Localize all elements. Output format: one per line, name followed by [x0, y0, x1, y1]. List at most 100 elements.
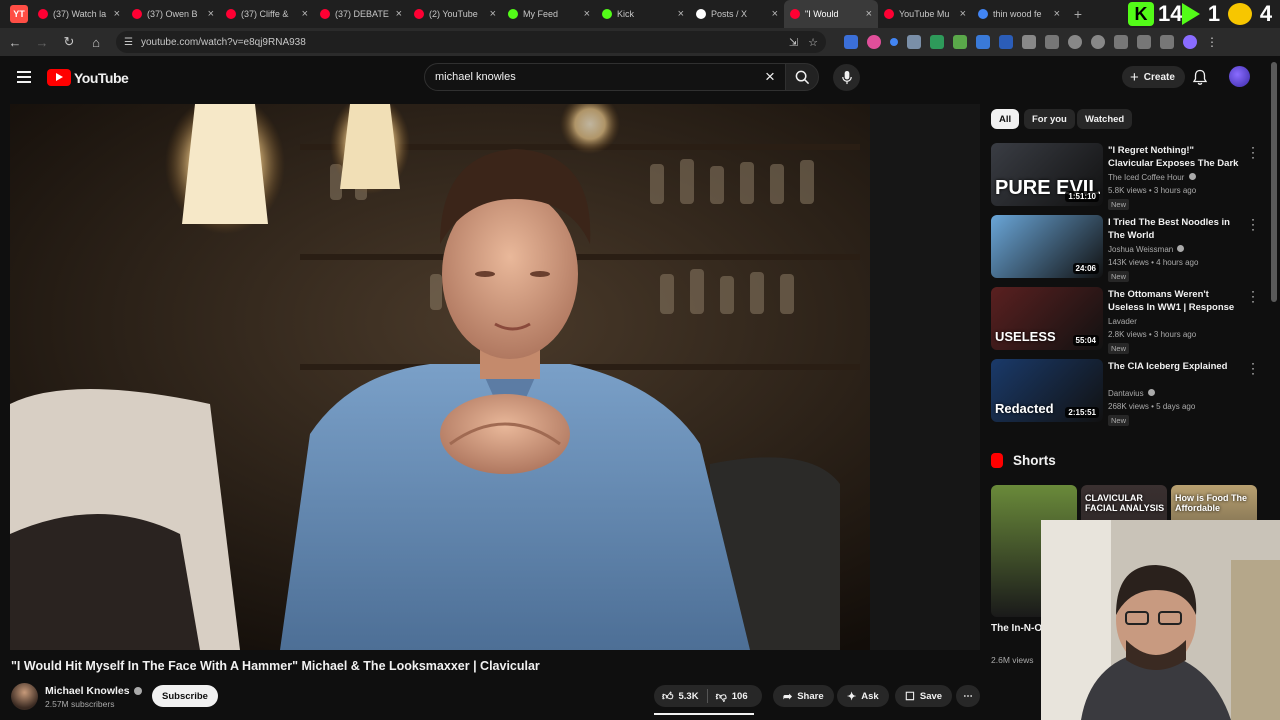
subscribe-button[interactable]: Subscribe: [152, 685, 218, 707]
close-tab-icon[interactable]: ×: [772, 8, 778, 20]
profile-icon[interactable]: [1183, 35, 1197, 49]
channel-name[interactable]: Joshua Weissman: [1108, 245, 1185, 254]
close-tab-icon[interactable]: ×: [960, 8, 966, 20]
recommended-video[interactable]: PURE EVIL 1:51:10 "I Regret Nothing!" Clav…: [991, 141, 1263, 210]
download-icon[interactable]: [1160, 35, 1174, 49]
puzzle-icon[interactable]: [1045, 35, 1059, 49]
ask-button[interactable]: ✦ Ask: [837, 685, 889, 707]
recommended-video[interactable]: USELESS 55:04 The Ottomans Weren't Useless…: [991, 285, 1263, 354]
extension-icon[interactable]: [999, 35, 1013, 49]
close-tab-icon[interactable]: ×: [490, 8, 496, 20]
channel-avatar[interactable]: [11, 683, 38, 710]
close-tab-icon[interactable]: ×: [678, 8, 684, 20]
emoji-extension-icon[interactable]: [1228, 3, 1252, 25]
hamburger-menu-icon[interactable]: [14, 68, 34, 88]
browser-tab[interactable]: Posts / X ×: [690, 0, 784, 28]
search-input[interactable]: michael knowles ×: [424, 63, 786, 91]
kick-extension-icon[interactable]: K: [1128, 2, 1154, 26]
extension-icon[interactable]: [907, 35, 921, 49]
kebab-menu-icon[interactable]: ⋮: [1206, 35, 1220, 49]
chip-all[interactable]: All: [991, 109, 1020, 129]
save-button[interactable]: ☐ Save: [895, 685, 953, 707]
video-thumbnail[interactable]: Redacted 2:15:51: [991, 359, 1103, 422]
search-button[interactable]: [785, 63, 819, 91]
more-options-icon[interactable]: · · ·: [1249, 213, 1257, 235]
site-info-icon[interactable]: ☰: [124, 37, 133, 48]
home-icon[interactable]: ⌂: [84, 30, 108, 54]
channel-name[interactable]: The Iced Coffee Hour: [1108, 173, 1196, 182]
settings-icon[interactable]: [1091, 35, 1105, 49]
extension-icon[interactable]: [930, 35, 944, 49]
back-arrow-icon[interactable]: ←: [3, 30, 27, 54]
new-badge: New: [1108, 415, 1130, 426]
devtools-icon[interactable]: [1114, 35, 1128, 49]
browser-tab[interactable]: YouTube Mu ×: [878, 0, 972, 28]
browser-tab[interactable]: (37) Cliffe & ×: [220, 0, 314, 28]
browser-tab[interactable]: "I Would ×: [784, 0, 878, 28]
close-tab-icon[interactable]: ×: [114, 8, 120, 20]
extension-icon[interactable]: [1022, 35, 1036, 49]
extension-counter-1: 14: [1158, 1, 1183, 26]
more-actions-icon[interactable]: ⋯: [956, 685, 980, 707]
extension-icon[interactable]: [844, 35, 858, 49]
clear-search-icon[interactable]: ×: [755, 67, 785, 87]
browser-tab[interactable]: (37) Owen B ×: [126, 0, 220, 28]
channel-name[interactable]: Dantavius: [1108, 389, 1155, 398]
browser-tab[interactable]: (37) Watch la ×: [32, 0, 126, 28]
more-options-icon[interactable]: · · ·: [1249, 357, 1257, 379]
video-title-link[interactable]: I Tried The Best Noodles in The World: [1108, 216, 1242, 242]
close-tab-icon[interactable]: ×: [208, 8, 214, 20]
channel-name[interactable]: Lavader: [1108, 317, 1137, 326]
close-tab-icon[interactable]: ×: [584, 8, 590, 20]
close-tab-icon[interactable]: ×: [866, 8, 872, 20]
reload-icon[interactable]: ↻: [57, 30, 81, 54]
extension-icon[interactable]: [976, 35, 990, 49]
chip-for-you[interactable]: For you: [1024, 109, 1075, 129]
voice-search-button[interactable]: [833, 64, 860, 91]
create-button[interactable]: + Create: [1122, 66, 1185, 88]
tab-title: My Feed: [523, 9, 559, 19]
close-tab-icon[interactable]: ×: [1054, 8, 1060, 20]
install-app-icon[interactable]: ⇲: [789, 36, 798, 49]
browser-tab[interactable]: Kick ×: [596, 0, 690, 28]
extension-icon[interactable]: [953, 35, 967, 49]
extension-icon[interactable]: [867, 35, 881, 49]
forward-arrow-icon[interactable]: →: [30, 30, 54, 54]
video-thumbnail[interactable]: USELESS 55:04: [991, 287, 1103, 350]
recommended-video[interactable]: Redacted 2:15:51 The CIA Iceberg Explained…: [991, 357, 1263, 426]
browser-tab[interactable]: (37) DEBATE ×: [314, 0, 408, 28]
tab-search-icon[interactable]: YT: [10, 5, 28, 23]
like-button[interactable]: 👍︎ 5.3K: [654, 685, 707, 707]
tab-title: (37) DEBATE: [335, 9, 389, 19]
browser-tab[interactable]: (2) YouTube ×: [408, 0, 502, 28]
video-title-link[interactable]: "I Regret Nothing!" Clavicular Exposes T…: [1108, 144, 1242, 171]
browser-tab[interactable]: My Feed ×: [502, 0, 596, 28]
close-tab-icon[interactable]: ×: [302, 8, 308, 20]
page-scrollbar[interactable]: [1271, 62, 1277, 302]
history-icon[interactable]: [1068, 35, 1082, 49]
video-player[interactable]: [10, 104, 980, 650]
video-thumbnail[interactable]: 24:06: [991, 215, 1103, 278]
video-thumbnail[interactable]: PURE EVIL 1:51:10: [991, 143, 1103, 206]
video-title-link[interactable]: The Ottomans Weren't Useless In WW1 | Re…: [1108, 288, 1242, 315]
account-avatar[interactable]: [1229, 66, 1250, 87]
notifications-bell-icon[interactable]: [1192, 69, 1208, 86]
extension-icon[interactable]: [890, 38, 898, 46]
play-extension-icon[interactable]: [1182, 3, 1200, 25]
share-button[interactable]: ➦ Share: [773, 685, 834, 707]
browser-tab[interactable]: thin wood fe ×: [972, 0, 1066, 28]
sidebar-icon[interactable]: [1137, 35, 1151, 49]
new-tab-button[interactable]: +: [1066, 6, 1090, 22]
more-options-icon[interactable]: · · ·: [1249, 141, 1257, 163]
youtube-logo[interactable]: YouTube: [47, 69, 129, 86]
recommended-video[interactable]: 24:06 I Tried The Best Noodles in The Wor…: [991, 213, 1263, 282]
bookmark-star-icon[interactable]: ☆: [808, 36, 818, 49]
chip-watched[interactable]: Watched: [1077, 109, 1133, 129]
dislike-button[interactable]: 👎︎ 106: [708, 685, 756, 707]
video-title-link[interactable]: The CIA Iceberg Explained: [1108, 360, 1242, 373]
close-tab-icon[interactable]: ×: [396, 8, 402, 20]
short-title[interactable]: The In-N-Out of Tacos is: [991, 622, 1041, 635]
address-bar[interactable]: ☰ youtube.com/watch?v=e8qj9RNA938 ⇲ ☆: [116, 31, 826, 53]
more-options-icon[interactable]: · · ·: [1249, 285, 1257, 307]
channel-name[interactable]: Michael Knowles: [45, 685, 142, 697]
